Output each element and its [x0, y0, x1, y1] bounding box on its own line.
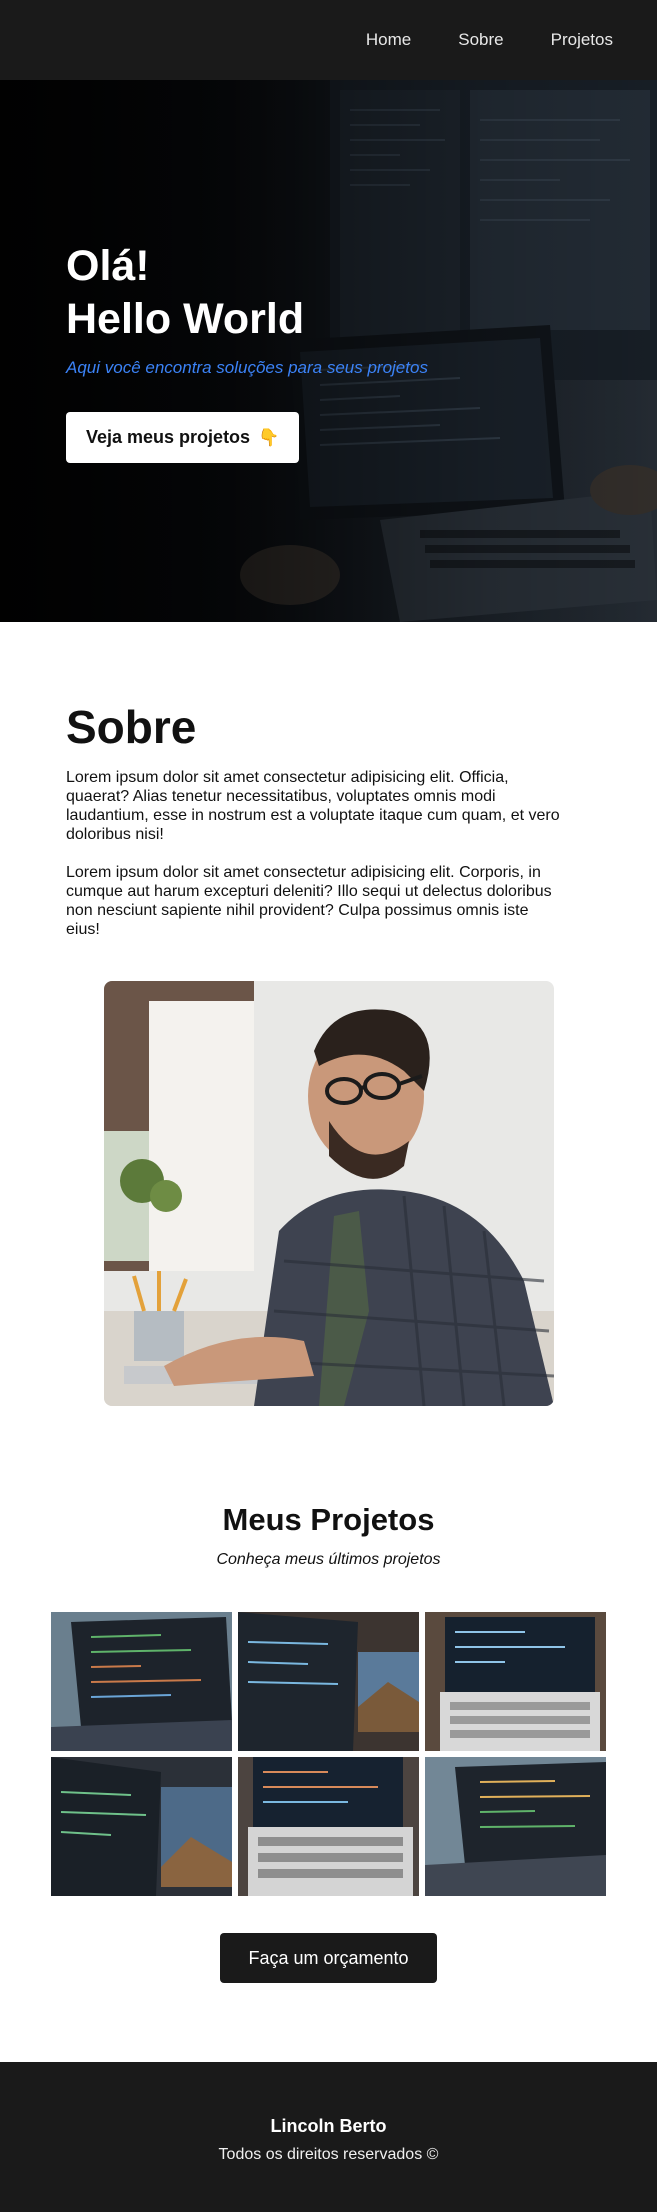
top-navbar: Home Sobre Projetos — [0, 0, 657, 80]
hero-title-line1: Olá! — [66, 242, 150, 290]
hero-title-line2: Hello World — [66, 295, 305, 343]
nav-link-projetos[interactable]: Projetos — [551, 30, 613, 50]
projects-title: Meus Projetos — [222, 1502, 435, 1537]
projects-subtitle: Conheça meus últimos projetos — [216, 1551, 441, 1568]
hero-section: Olá! Hello World Aqui você encontra solu… — [0, 80, 657, 622]
project-thumbnail[interactable] — [238, 1612, 419, 1751]
project-thumbnail[interactable] — [51, 1757, 232, 1896]
view-projects-button[interactable]: Veja meus projetos 👇 — [66, 412, 300, 463]
nav-links: Home Sobre Projetos — [319, 0, 613, 80]
projects-gallery — [51, 1612, 607, 1896]
footer: Lincoln Berto Todos os direitos reservad… — [0, 2062, 657, 2212]
nav-link-sobre[interactable]: Sobre — [458, 30, 503, 50]
footer-copyright: Todos os direitos reservados © — [218, 2146, 439, 2163]
project-thumbnail[interactable] — [51, 1612, 232, 1751]
about-section: Sobre Lorem ipsum dolor sit amet consect… — [66, 700, 566, 958]
nav-link-home[interactable]: Home — [366, 30, 411, 50]
hero-subtitle: Aqui você encontra soluções para seus pr… — [66, 358, 428, 377]
developer-portrait-image — [104, 981, 554, 1406]
project-thumbnail[interactable] — [425, 1612, 606, 1751]
about-title: Sobre — [66, 701, 197, 753]
project-thumbnail[interactable] — [425, 1757, 606, 1896]
hero-content: Olá! Hello World Aqui você encontra solu… — [66, 240, 428, 463]
request-quote-button[interactable]: Faça um orçamento — [220, 1933, 437, 1983]
view-projects-label: Veja meus projetos — [86, 427, 251, 447]
hero-title: Olá! Hello World — [66, 240, 428, 346]
pointing-down-hand-icon: 👇 — [258, 427, 280, 447]
about-paragraph: Lorem ipsum dolor sit amet consectetur a… — [66, 864, 552, 938]
footer-author-name: Lincoln Berto — [270, 2116, 387, 2136]
project-thumbnail[interactable] — [238, 1757, 419, 1896]
about-paragraph: Lorem ipsum dolor sit amet consectetur a… — [66, 769, 560, 843]
